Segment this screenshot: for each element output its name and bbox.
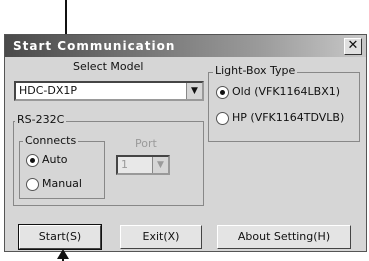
light-box-type-label: Light-Box Type xyxy=(213,64,298,77)
connects-manual-radio[interactable] xyxy=(26,178,39,191)
light-box-old-label[interactable]: Old (VFK1164LBX1) xyxy=(232,85,340,98)
port-select[interactable]: 1 ▼ xyxy=(116,155,170,175)
start-communication-dialog: Start Communication ✕ Select Model HDC-D… xyxy=(4,34,367,252)
close-button[interactable]: ✕ xyxy=(344,38,362,55)
arrow-up-line xyxy=(62,255,64,261)
window-title: Start Communication xyxy=(13,39,176,53)
chevron-down-icon[interactable]: ▼ xyxy=(152,157,168,173)
light-box-hp-radio[interactable] xyxy=(216,112,229,125)
title-bar: Start Communication ✕ xyxy=(5,35,366,57)
light-box-old-radio[interactable] xyxy=(216,86,229,99)
rs232c-label: RS-232C xyxy=(15,113,67,126)
select-model-label: Select Model xyxy=(73,60,144,73)
about-setting-button[interactable]: About Setting(H) xyxy=(217,225,351,249)
port-label: Port xyxy=(135,137,157,150)
connects-manual-label[interactable]: Manual xyxy=(42,177,82,190)
light-box-hp-label[interactable]: HP (VFK1164TDVLB) xyxy=(232,111,344,124)
connects-auto-label[interactable]: Auto xyxy=(42,153,68,166)
chevron-down-icon[interactable]: ▼ xyxy=(186,83,202,99)
port-select-value: 1 xyxy=(121,158,128,171)
light-box-type-group xyxy=(208,72,360,142)
connects-label: Connects xyxy=(23,134,79,147)
exit-button[interactable]: Exit(X) xyxy=(120,225,202,249)
model-select-value: HDC-DX1P xyxy=(19,84,78,97)
model-select[interactable]: HDC-DX1P ▼ xyxy=(14,81,204,101)
connects-auto-radio[interactable] xyxy=(26,154,39,167)
start-button[interactable]: Start(S) xyxy=(18,224,102,250)
